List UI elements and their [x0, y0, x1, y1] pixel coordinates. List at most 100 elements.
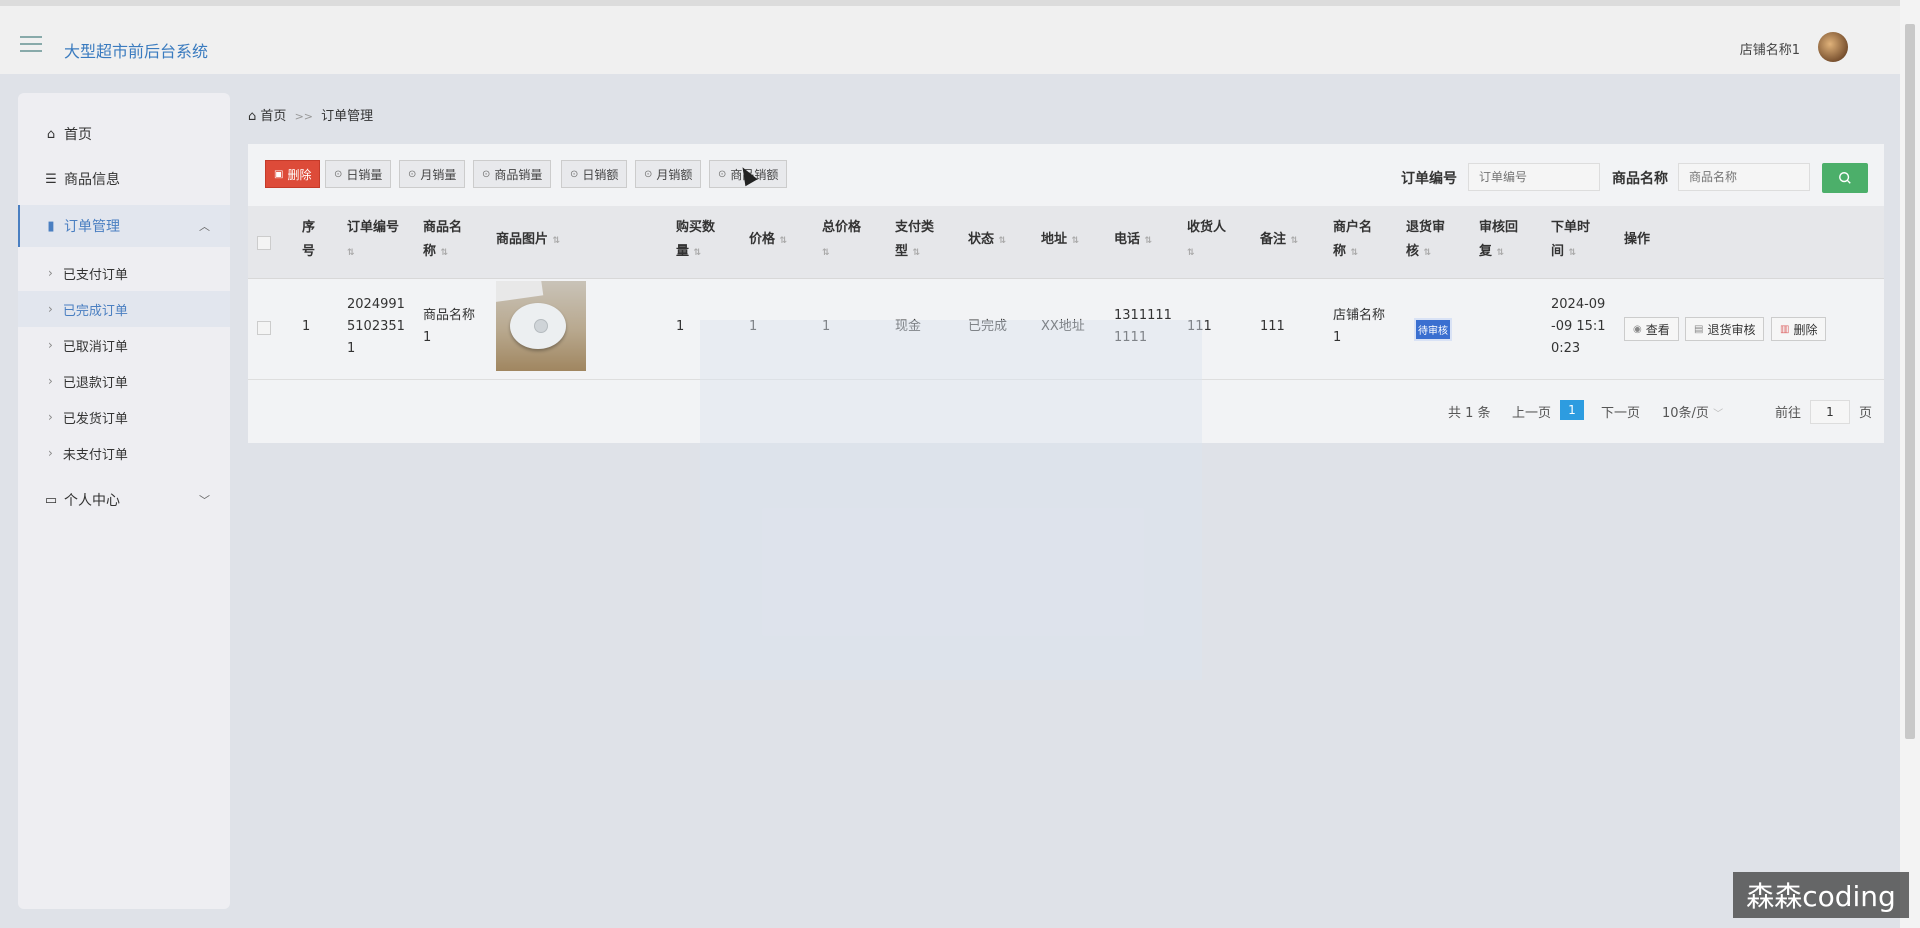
sort-icon: ⇅: [347, 248, 355, 258]
pagination-next[interactable]: 下一页: [1601, 402, 1640, 421]
sliders-icon: ☰: [45, 171, 57, 187]
daily-revenue-button[interactable]: ⊙ 日销额: [561, 160, 628, 188]
th-merchant[interactable]: 商户名称 ⇅: [1333, 216, 1372, 265]
sidebar-subitem-label: 已发货订单: [62, 411, 128, 427]
th-status[interactable]: 状态 ⇅: [968, 228, 1006, 253]
th-seq[interactable]: 序号: [302, 216, 315, 264]
select-all-checkbox[interactable]: [257, 236, 271, 250]
chevron-right-icon: ›: [48, 266, 53, 280]
product-image[interactable]: [496, 281, 586, 371]
sidebar-subitem-cancelled[interactable]: › 已取消订单: [18, 327, 230, 363]
th-phone[interactable]: 电话 ⇅: [1114, 228, 1152, 253]
sidebar-subitem-unpaid[interactable]: › 未支付订单: [18, 435, 230, 471]
daily-revenue-label: 日销额: [582, 167, 619, 182]
sort-icon: ⇅: [440, 248, 449, 258]
daily-sales-label: 日销量: [346, 167, 383, 182]
chevron-right-icon: ›: [48, 338, 53, 352]
th-actions: 操作: [1624, 232, 1651, 247]
breadcrumb-home[interactable]: 首页: [260, 109, 286, 124]
th-total-price[interactable]: 总价格 ⇅: [822, 216, 861, 265]
daily-sales-button[interactable]: ⊙ 日销量: [325, 160, 392, 188]
monthly-sales-button[interactable]: ⊙ 月销量: [399, 160, 466, 188]
pagination-page-1[interactable]: 1: [1560, 400, 1584, 420]
scrollbar-thumb[interactable]: [1905, 24, 1915, 739]
cell-seq: 1: [302, 319, 311, 334]
pagination-goto-input[interactable]: 1: [1810, 400, 1850, 424]
sidebar-item-order-management[interactable]: ▮ 订单管理 ︿: [18, 205, 230, 247]
th-order-time[interactable]: 下单时间 ⇅: [1551, 216, 1590, 265]
page-scrollbar[interactable]: [1900, 0, 1920, 928]
chevron-right-icon: ›: [48, 410, 53, 424]
th-quantity[interactable]: 购买数量 ⇅: [676, 216, 715, 265]
th-remark[interactable]: 备注 ⇅: [1260, 228, 1298, 253]
watermark: 森森coding: [1733, 872, 1909, 918]
circle-icon: ⊙: [570, 168, 579, 180]
sort-icon: ⇅: [552, 236, 561, 246]
sort-icon: ⇅: [779, 236, 788, 246]
table-header: 序号 订单编号 ⇅ 商品名称 ⇅ 商品图片 ⇅ 购买数量 ⇅ 价格 ⇅ 总价格 ⇅ …: [248, 206, 1884, 279]
breadcrumb-current: 订单管理: [321, 109, 374, 124]
sort-icon: ⇅: [1496, 248, 1505, 258]
product-sales-button[interactable]: ⊙ 商品销量: [473, 160, 552, 188]
pagination-prev[interactable]: 上一页: [1512, 402, 1551, 421]
monthly-revenue-button[interactable]: ⊙ 月销额: [635, 160, 702, 188]
sidebar-item-label: 订单管理: [64, 219, 120, 235]
view-button-label: 查看: [1645, 322, 1670, 337]
th-review-reply[interactable]: 审核回复 ⇅: [1479, 216, 1518, 265]
chevron-up-icon: ︿: [199, 220, 210, 233]
search-button[interactable]: [1822, 163, 1868, 193]
trash-icon: ▣: [274, 168, 284, 180]
breadcrumb: ⌂ 首页 >> 订单管理: [248, 105, 373, 124]
sidebar-subitem-label: 已完成订单: [62, 303, 128, 319]
sidebar-item-home[interactable]: ⌂ 首页: [18, 113, 230, 155]
return-review-button[interactable]: ▤ 退货审核: [1685, 317, 1765, 341]
sidebar-subitem-label: 已退款订单: [62, 375, 128, 391]
cell-order-no: 2024991 5102351 1: [347, 297, 405, 356]
menu-toggle-icon[interactable]: [20, 36, 46, 56]
circle-icon: ⊙: [482, 168, 491, 180]
th-order-no[interactable]: 订单编号 ⇅: [347, 216, 399, 265]
sort-icon: ⇅: [1423, 248, 1432, 258]
th-address[interactable]: 地址 ⇅: [1041, 228, 1079, 253]
th-price[interactable]: 价格 ⇅: [749, 228, 787, 253]
sidebar-subitem-completed[interactable]: › 已完成订单: [18, 291, 230, 327]
th-product-image[interactable]: 商品图片 ⇅: [496, 228, 560, 253]
sidebar-item-personal-center[interactable]: ▭ 个人中心 ﹀: [18, 479, 230, 521]
trash-icon: ▥: [1780, 323, 1790, 335]
order-no-label: 订单编号: [1401, 171, 1457, 187]
order-no-input[interactable]: [1468, 163, 1600, 191]
cell-remark: 111: [1260, 319, 1285, 334]
circle-icon: ⊙: [718, 168, 727, 180]
th-return-review[interactable]: 退货审核 ⇅: [1406, 216, 1445, 265]
th-receiver[interactable]: 收货人 ⇅: [1187, 216, 1226, 265]
row-checkbox[interactable]: [257, 321, 271, 335]
chevron-right-icon: ›: [48, 446, 53, 460]
shop-name[interactable]: 店铺名称1: [1740, 39, 1800, 58]
sidebar: ⌂ 首页 ☰ 商品信息 ▮ 订单管理 ︿ › 已支付订单 › 已完成订单 › 已…: [18, 93, 230, 909]
delete-button[interactable]: ▣ 删除: [265, 160, 321, 188]
product-name-input[interactable]: [1678, 163, 1810, 191]
cell-product-name: 商品名称 1: [423, 308, 476, 345]
sidebar-item-label: 个人中心: [64, 493, 120, 509]
th-product-name[interactable]: 商品名称 ⇅: [423, 216, 462, 265]
sidebar-subitem-paid[interactable]: › 已支付订单: [18, 255, 230, 291]
page-size-select[interactable]: 10条/页 ﹀: [1662, 402, 1723, 421]
sort-icon: ⇅: [1568, 248, 1577, 258]
chevron-right-icon: ›: [48, 302, 53, 316]
sidebar-item-product-info[interactable]: ☰ 商品信息: [18, 158, 230, 200]
product-name-label: 商品名称: [1612, 171, 1668, 187]
avatar[interactable]: [1818, 32, 1848, 62]
return-review-button-label: 退货审核: [1707, 322, 1756, 337]
sidebar-subitem-shipped[interactable]: › 已发货订单: [18, 399, 230, 435]
row-delete-button[interactable]: ▥ 删除: [1771, 317, 1827, 341]
chevron-right-icon: ›: [48, 374, 53, 388]
pagination-page-unit: 页: [1859, 406, 1873, 421]
sort-icon: ⇅: [693, 248, 702, 258]
row-delete-button-label: 删除: [1793, 322, 1818, 337]
th-pay-type[interactable]: 支付类型 ⇅: [895, 216, 934, 265]
view-button[interactable]: ◉ 查看: [1624, 317, 1679, 341]
home-icon: ⌂: [46, 126, 56, 142]
sidebar-subitem-refunded[interactable]: › 已退款订单: [18, 363, 230, 399]
monthly-revenue-label: 月销额: [656, 167, 693, 182]
sort-icon: ⇅: [1290, 236, 1299, 246]
